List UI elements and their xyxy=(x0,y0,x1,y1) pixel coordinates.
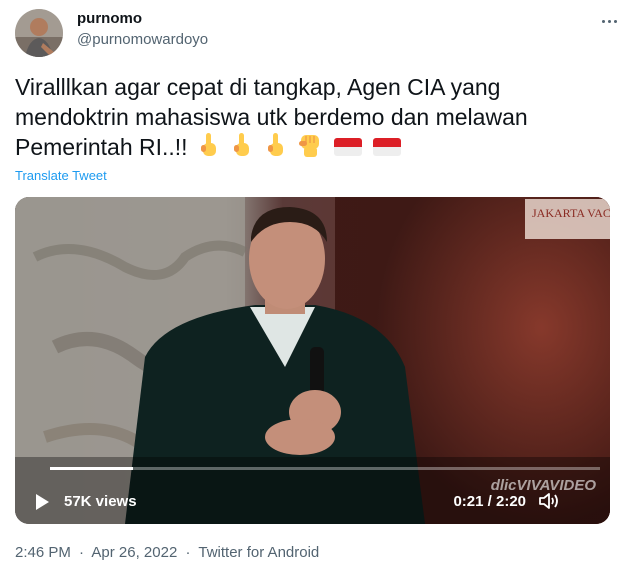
view-count: 57K views xyxy=(64,493,137,510)
tweet-meta: 2:46 PM · Apr 26, 2022 · Twitter for And… xyxy=(15,544,319,561)
pointing-up-icon xyxy=(200,133,216,156)
video-player[interactable]: JAKARTA VACUS 57K views dlicVIVAVIDEO 0:… xyxy=(15,197,610,524)
video-progress-bar[interactable] xyxy=(50,467,600,470)
flag-indonesia-icon xyxy=(333,138,362,156)
tweet-time[interactable]: 2:46 PM xyxy=(15,544,71,561)
pointing-up-icon xyxy=(267,133,283,156)
meta-separator: · xyxy=(79,544,85,561)
avatar[interactable] xyxy=(15,9,63,57)
video-progress-fill xyxy=(50,467,133,470)
video-frame: JAKARTA VACUS xyxy=(15,197,610,524)
user-name[interactable]: purnomo xyxy=(77,10,142,27)
volume-icon[interactable] xyxy=(538,491,560,511)
corner-sign-text: JAKARTA VACUS xyxy=(532,206,610,220)
tweet-text-block: Viralllkan agar cepat di tangkap, Agen C… xyxy=(15,72,615,162)
play-icon[interactable] xyxy=(34,493,50,511)
raised-fist-icon xyxy=(299,135,320,157)
meta-separator: · xyxy=(185,544,191,561)
emoji-list xyxy=(194,133,402,160)
flag-indonesia-icon xyxy=(372,138,401,156)
translate-tweet-link[interactable]: Translate Tweet xyxy=(15,168,107,183)
tweet-date[interactable]: Apr 26, 2022 xyxy=(91,544,177,561)
pointing-up-icon xyxy=(234,133,250,156)
tweet-source[interactable]: Twitter for Android xyxy=(198,544,319,561)
more-icon[interactable] xyxy=(598,10,620,32)
user-handle[interactable]: @purnomowardoyo xyxy=(77,31,208,48)
video-time: 0:21 / 2:20 xyxy=(453,493,526,510)
